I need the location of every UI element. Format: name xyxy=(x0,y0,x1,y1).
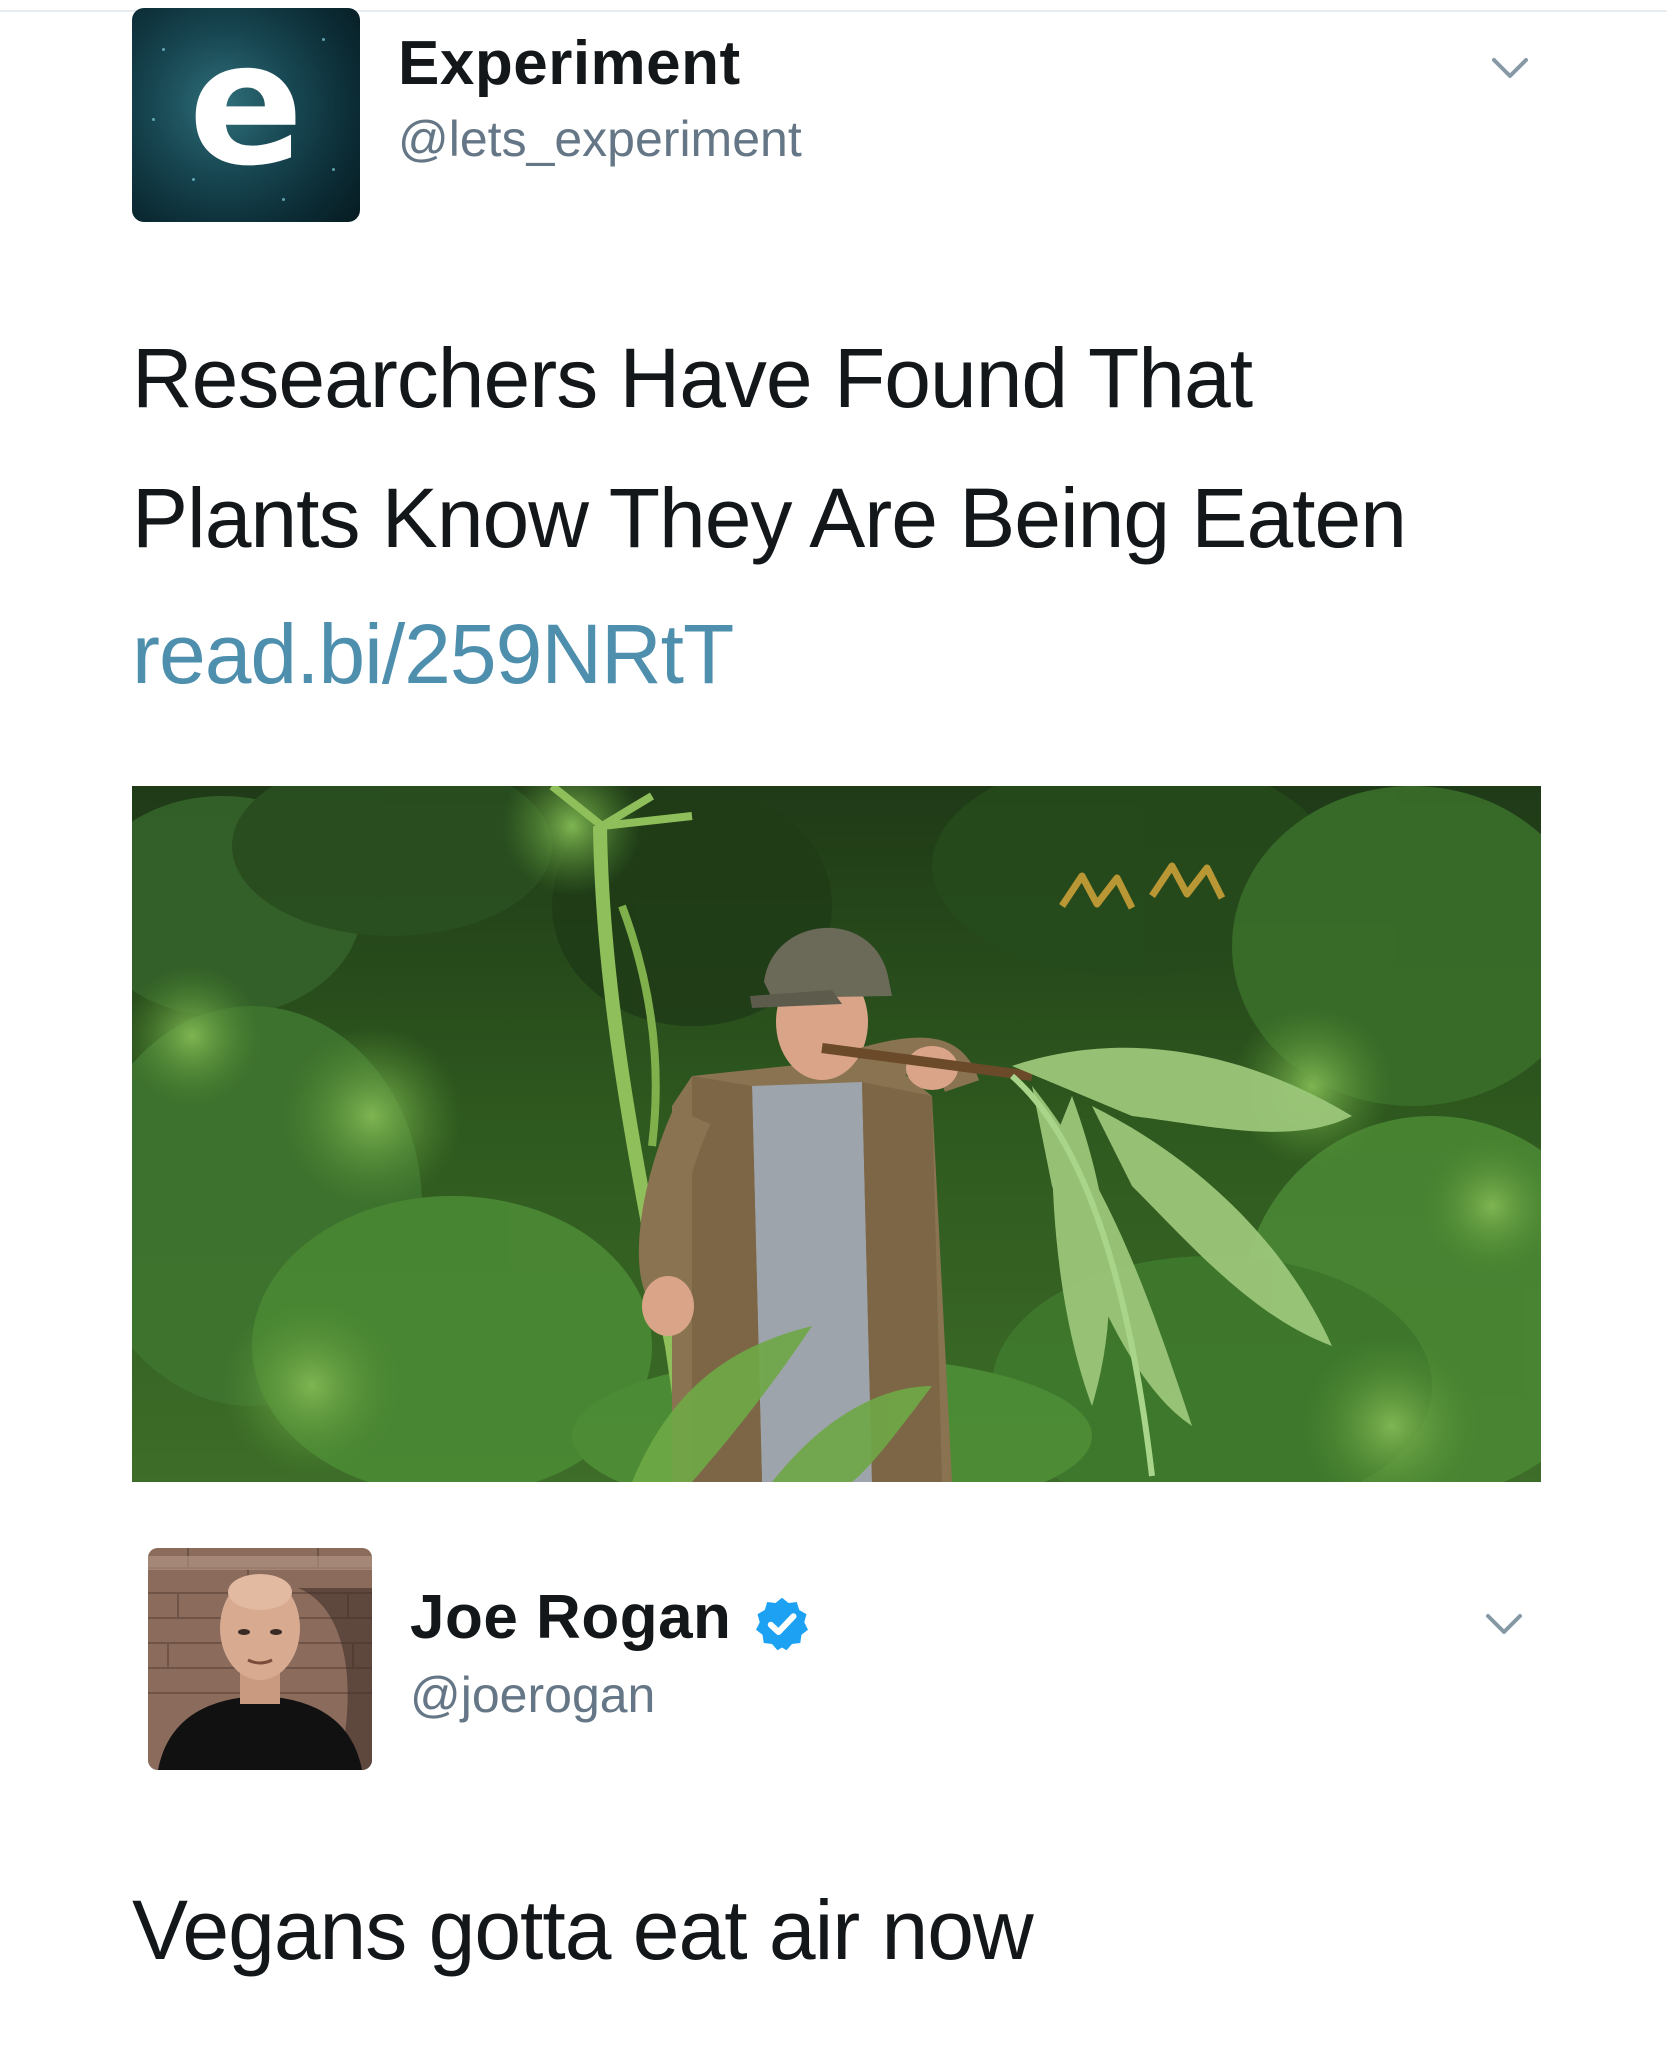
tweet-text: Vegans gotta eat air now xyxy=(132,1883,1034,1977)
user-handle[interactable]: @lets_experiment xyxy=(398,110,802,168)
screenshot-frame: e Experiment @lets_experiment Researcher… xyxy=(0,0,1667,2048)
photo-portrait xyxy=(148,1548,372,1770)
photo-man-eating-plant xyxy=(132,786,1541,1482)
tweet-text-line-1: Researchers Have Found That xyxy=(132,331,1253,425)
avatar-experiment[interactable]: e xyxy=(132,8,360,222)
display-name[interactable]: Joe Rogan xyxy=(410,1582,731,1653)
avatar-letter: e xyxy=(188,8,304,204)
tweet-link[interactable]: read.bi/259NRtT xyxy=(132,606,734,703)
display-name[interactable]: Experiment xyxy=(398,28,741,99)
verified-badge-icon xyxy=(756,1597,808,1651)
chevron-down-icon[interactable] xyxy=(1490,54,1530,84)
tweet-text-line-2: Plants Know They Are Being Eaten xyxy=(132,471,1407,565)
avatar-joe-rogan[interactable] xyxy=(148,1548,372,1770)
user-handle[interactable]: @joerogan xyxy=(410,1666,655,1724)
tweet-media-image[interactable] xyxy=(132,786,1541,1482)
chevron-down-icon[interactable] xyxy=(1484,1610,1524,1640)
